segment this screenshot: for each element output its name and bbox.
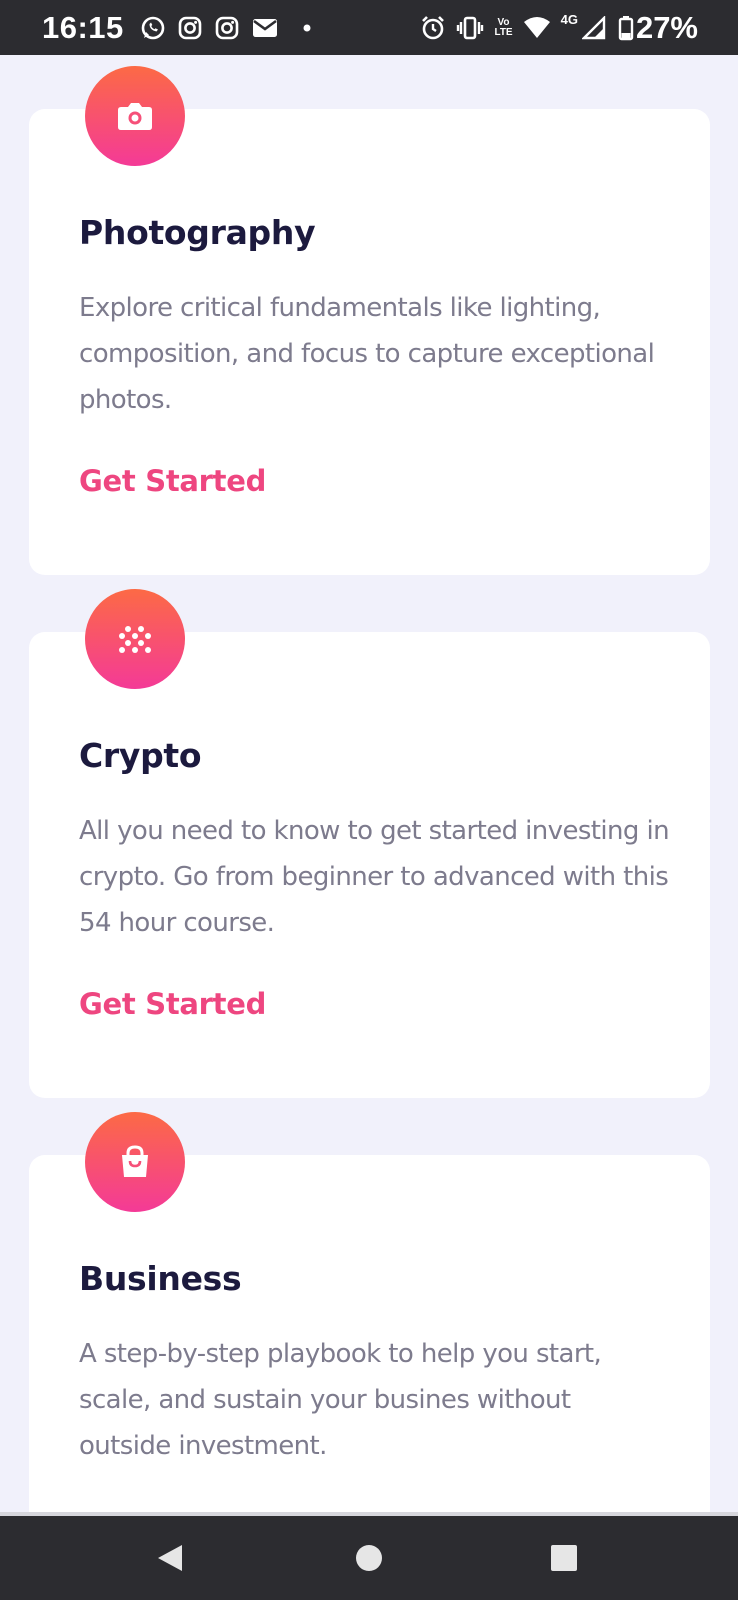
card-description: A step-by-step playbook to help you star… [79, 1339, 602, 1461]
network-type: 4G [560, 12, 578, 27]
dot-icon [302, 23, 312, 33]
instagram-icon [177, 15, 203, 41]
signal-icon [581, 15, 606, 40]
course-card-photography: Photography Explore critical fundamental… [29, 66, 710, 575]
shopping-bag-icon [85, 1112, 185, 1212]
battery-icon [618, 15, 634, 41]
status-time: 16:15 [42, 9, 124, 45]
card-title: Photography [79, 213, 316, 252]
crypto-dots-icon [85, 589, 185, 689]
card-description: Explore critical fundamentals like light… [79, 293, 655, 415]
get-started-link[interactable]: Get Started [79, 987, 266, 1021]
whatsapp-icon [140, 15, 166, 41]
back-icon[interactable] [130, 1516, 210, 1600]
battery-percent: 27% [635, 9, 698, 45]
home-icon[interactable] [329, 1516, 409, 1600]
volte-icon: Vo LTE [494, 16, 513, 38]
system-navigation-bar [0, 1512, 738, 1600]
course-card-crypto: Crypto All you need to know to get start… [29, 589, 710, 1098]
notification-icons [140, 15, 312, 41]
card-title: Crypto [79, 736, 202, 775]
alarm-icon [420, 15, 446, 41]
vibrate-icon [456, 15, 484, 41]
card-title: Business [79, 1259, 242, 1298]
recents-icon[interactable] [524, 1516, 604, 1600]
wifi-icon [523, 16, 551, 40]
camera-icon [85, 66, 185, 166]
mail-icon [251, 16, 279, 40]
card-description: All you need to know to get started inve… [79, 816, 670, 938]
status-bar: 16:15 Vo LTE 4G 27% [0, 0, 738, 55]
instagram-icon [214, 15, 240, 41]
get-started-link[interactable]: Get Started [79, 464, 266, 498]
